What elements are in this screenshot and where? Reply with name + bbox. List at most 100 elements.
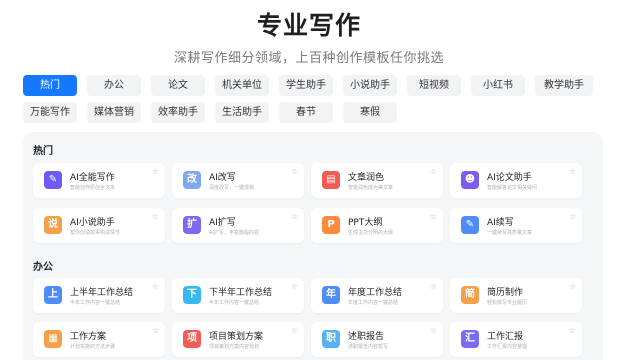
card-name: 述职报告 [348,332,385,342]
card-name: AI续写 [487,218,514,228]
section-title-office: 办公 [33,262,53,273]
card-desc: 轻松撰写专业履历 [487,300,528,306]
card-desc: 帮你创造故事构造情节 [70,230,121,236]
tab-winter-vacation[interactable]: 寒假 [343,102,397,123]
card-desc: 智能解答论文相关疑问 [487,185,538,191]
template-card-ai-continue[interactable]: ✎ AI续写 一键续写高质量文章 ☆ [450,208,582,243]
pen-icon: ✎ [44,171,62,189]
plan-icon: ▦ [44,330,62,348]
card-name: AI改写 [209,173,236,183]
card-desc: 计划实施的方法步骤 [70,344,116,350]
card-desc: 项目策划方案内容规划 [209,344,260,350]
tab-spring-festival[interactable]: 春节 [279,102,333,123]
summary-icon: 下 [183,286,201,304]
card-desc: 智能创作原创全文本 [70,185,116,191]
star-icon[interactable]: ☆ [291,282,298,291]
card-desc: 述职报告内容帮写 [348,344,389,350]
tab-xiaohongshu[interactable]: 小红书 [471,75,525,96]
card-name: AI小说助手 [70,218,115,228]
template-card-duty-report[interactable]: 职 述职报告 述职报告内容帮写 ☆ [311,322,443,357]
card-desc: 半年工作内容一键总结 [209,300,260,306]
template-card-ai-expand[interactable]: 扩 AI扩写 AI扩写，丰富篇幅内容 ☆ [172,208,304,243]
resume-icon: 简 [461,286,479,304]
report-icon: 职 [322,330,340,348]
template-card-annual-summary[interactable]: 年 年度工作总结 年度工作内容一键总结 ☆ [311,278,443,313]
template-card-resume[interactable]: 简 简历制作 轻松撰写专业履历 ☆ [450,278,582,313]
card-name: 工作汇报 [487,332,524,342]
template-card-ai-rewrite[interactable]: 改 AI改写 深度改写，一键成稿 ☆ [172,163,304,198]
star-icon[interactable]: ☆ [152,212,159,221]
star-icon[interactable]: ☆ [291,326,298,335]
tab-hot[interactable]: 热门 [23,75,77,96]
star-icon[interactable]: ☆ [569,167,576,176]
card-desc: 深度改写，一键成稿 [209,185,255,191]
tab-efficiency[interactable]: 效率助手 [151,102,205,123]
tab-teaching[interactable]: 教学助手 [535,75,593,96]
star-icon[interactable]: ☆ [152,167,159,176]
rewrite-icon: 改 [183,171,201,189]
tab-short-video[interactable]: 短视频 [407,75,461,96]
continue-icon: ✎ [461,216,479,234]
briefing-icon: 汇 [461,330,479,348]
template-card-h2-summary[interactable]: 下 下半年工作总结 半年工作内容一键总结 ☆ [172,278,304,313]
template-card-novel-assistant[interactable]: 说 AI小说助手 帮你创造故事构造情节 ☆ [33,208,165,243]
card-desc: 半年工作内容一键总结 [70,300,121,306]
star-icon[interactable]: ☆ [430,282,437,291]
card-name: 项目策划方案 [209,332,264,342]
card-name: 文章润色 [348,173,385,183]
tab-office[interactable]: 办公 [87,75,141,96]
star-icon[interactable]: ☆ [152,326,159,335]
tab-life[interactable]: 生活助手 [215,102,269,123]
card-name: AI全能写作 [70,173,115,183]
card-desc: 工作汇报内容整理 [487,344,528,350]
page-subtitle: 深耕写作细分领域，上百种创作模板任你挑选 [173,51,444,66]
template-card-work-report[interactable]: 汇 工作汇报 工作汇报内容整理 ☆ [450,322,582,357]
card-desc: 智能润色成为美文章 [348,185,394,191]
story-icon: 说 [44,216,62,234]
card-name: 工作方案 [70,332,107,342]
template-card-ai-writing[interactable]: ✎ AI全能写作 智能创作原创全文本 ☆ [33,163,165,198]
card-name: AI论文助手 [487,173,532,183]
star-icon[interactable]: ☆ [291,212,298,221]
template-card-paper-assistant[interactable]: ☻ AI论文助手 智能解答论文相关疑问 ☆ [450,163,582,198]
summary-icon: 上 [44,286,62,304]
expand-icon: 扩 [183,216,201,234]
star-icon[interactable]: ☆ [152,282,159,291]
page-title: 专业写作 [256,11,361,40]
document-icon: ▤ [322,171,340,189]
tab-government[interactable]: 机关单位 [215,75,269,96]
card-desc: 年度工作内容一键总结 [348,300,399,306]
card-name: 上半年工作总结 [70,288,134,298]
template-card-ppt-outline[interactable]: P PPT大纲 生成主次分明的大纲 ☆ [311,208,443,243]
robot-icon: ☻ [461,171,479,189]
card-desc: 一键续写高质量文章 [487,230,533,236]
tab-paper[interactable]: 论文 [151,75,205,96]
template-card-polish[interactable]: ▤ 文章润色 智能润色成为美文章 ☆ [311,163,443,198]
star-icon[interactable]: ☆ [430,212,437,221]
card-name: 年度工作总结 [348,288,403,298]
star-icon[interactable]: ☆ [569,212,576,221]
tab-student[interactable]: 学生助手 [279,75,333,96]
star-icon[interactable]: ☆ [569,282,576,291]
template-card-project-plan[interactable]: 项 项目策划方案 项目策划方案内容规划 ☆ [172,322,304,357]
card-desc: 生成主次分明的大纲 [348,230,394,236]
template-card-h1-summary[interactable]: 上 上半年工作总结 半年工作内容一键总结 ☆ [33,278,165,313]
card-desc: AI扩写，丰富篇幅内容 [209,230,259,236]
tab-universal[interactable]: 万能写作 [23,102,77,123]
ppt-icon: P [322,216,340,234]
tab-media[interactable]: 媒体营销 [87,102,141,123]
star-icon[interactable]: ☆ [430,326,437,335]
star-icon[interactable]: ☆ [430,167,437,176]
year-icon: 年 [322,286,340,304]
card-name: 下半年工作总结 [209,288,273,298]
section-title-hot: 热门 [33,146,53,157]
card-name: PPT大纲 [348,218,383,228]
star-icon[interactable]: ☆ [291,167,298,176]
template-card-work-plan[interactable]: ▦ 工作方案 计划实施的方法步骤 ☆ [33,322,165,357]
template-panel: 热门 ✎ AI全能写作 智能创作原创全文本 ☆ 改 AI改写 深度改写，一键成稿… [23,132,603,360]
card-name: 简历制作 [487,288,524,298]
star-icon[interactable]: ☆ [569,326,576,335]
tab-novel[interactable]: 小说助手 [343,75,397,96]
card-name: AI扩写 [209,218,236,228]
project-icon: 项 [183,330,201,348]
